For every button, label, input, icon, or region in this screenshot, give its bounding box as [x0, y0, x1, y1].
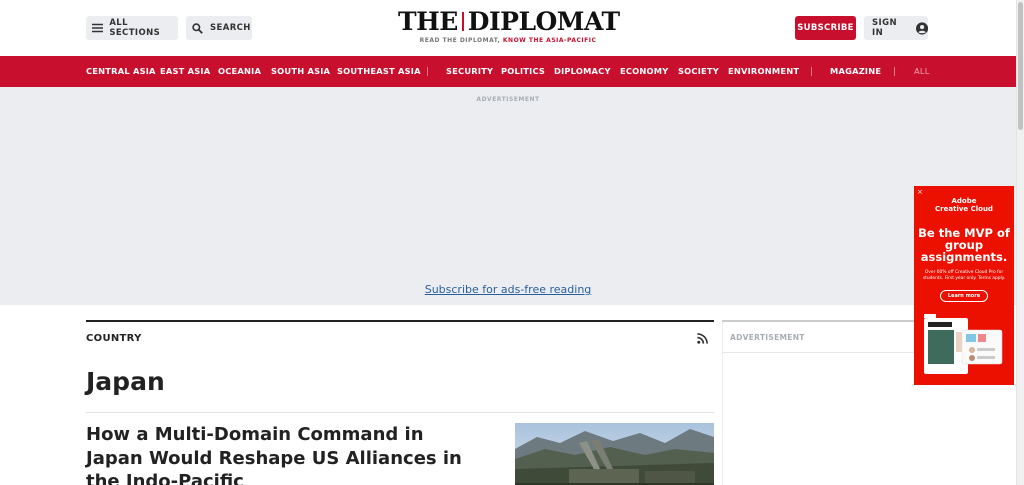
nav-south-asia[interactable]: SOUTH ASIA: [271, 56, 330, 87]
nav-diplomacy[interactable]: DIPLOMACY: [554, 56, 611, 87]
main-nav: CENTRAL ASIA EAST ASIA OCEANIA SOUTH ASI…: [0, 56, 1016, 87]
search-icon: [192, 22, 203, 34]
page-title: Japan: [86, 367, 165, 396]
sidebar-ad-label: ADVERTISEMENT: [722, 322, 922, 353]
ad-brand-line2: Creative Cloud: [935, 205, 993, 213]
search-label: SEARCH: [210, 23, 251, 33]
scrollbar-thumb[interactable]: [1018, 2, 1023, 130]
site-logo[interactable]: THE DIPLOMAT READ THE DIPLOMAT, KNOW THE …: [398, 7, 620, 45]
site-header: ALL SECTIONS SEARCH THE DIPLOMAT READ THE…: [0, 0, 1016, 56]
sign-in-label: SIGN IN: [872, 18, 897, 38]
page-scrollbar[interactable]: [1016, 0, 1024, 485]
main-content: COUNTRY Japan How a Multi-Domain Command…: [86, 320, 714, 485]
tagline-left: READ THE DIPLOMAT,: [419, 37, 501, 44]
nav-all[interactable]: ALL: [914, 56, 930, 87]
nav-environment[interactable]: ENVIRONMENT: [728, 56, 799, 87]
sidebar: ADVERTISEMENT: [722, 320, 922, 353]
nav-oceania[interactable]: OCEANIA: [218, 56, 261, 87]
ad-body: Over 60% off Creative Cloud Pro for stud…: [922, 270, 1006, 281]
logo-word-the: THE: [398, 7, 458, 36]
ad-brand: Adobe Creative Cloud: [914, 197, 1014, 213]
nav-separator: [427, 67, 428, 76]
article-item[interactable]: How a Multi-Domain Command in Japan Woul…: [86, 421, 714, 485]
subscribe-button[interactable]: SUBSCRIBE: [795, 16, 856, 40]
nav-separator: [811, 67, 812, 76]
user-icon: [915, 21, 928, 35]
section-header: COUNTRY: [86, 322, 714, 354]
nav-southeast-asia[interactable]: SOUTHEAST ASIA: [337, 56, 421, 87]
nav-economy[interactable]: ECONOMY: [620, 56, 668, 87]
ad-headline: Be the MVP of group assignments.: [918, 226, 1010, 264]
search-button[interactable]: SEARCH: [186, 16, 252, 40]
nav-security[interactable]: SECURITY: [446, 56, 493, 87]
ad-brand-line1: Adobe: [951, 197, 977, 205]
ads-free-link-text[interactable]: Subscribe for ads-free reading: [425, 283, 592, 296]
logo-divider: [461, 12, 464, 31]
section-label: COUNTRY: [86, 332, 142, 344]
nav-central-asia[interactable]: CENTRAL ASIA: [86, 56, 156, 87]
floating-ad[interactable]: × Adobe Creative Cloud Be the MVP of gro…: [914, 186, 1014, 385]
sign-in-button[interactable]: SIGN IN: [864, 16, 928, 40]
ads-free-link: Subscribe for ads-free reading: [0, 283, 1016, 296]
close-icon[interactable]: ×: [917, 188, 923, 196]
tagline-right: KNOW THE ASIA-PACIFIC: [502, 37, 597, 44]
article-title[interactable]: How a Multi-Domain Command in Japan Woul…: [86, 423, 486, 485]
divider: [86, 412, 714, 413]
ad-learn-more-button[interactable]: Learn more: [939, 290, 989, 302]
ad-label: ADVERTISEMENT: [476, 96, 540, 103]
nav-separator: [894, 67, 895, 76]
nav-east-asia[interactable]: EAST ASIA: [160, 56, 210, 87]
logo-word-diplomat: DIPLOMAT: [467, 7, 620, 36]
nav-magazine[interactable]: MAGAZINE: [830, 56, 881, 87]
rss-icon[interactable]: [697, 332, 708, 344]
all-sections-label: ALL SECTIONS: [109, 18, 161, 38]
ad-product-image: [924, 314, 1003, 374]
top-ad-banner: ADVERTISEMENT Subscribe for ads-free rea…: [0, 87, 1016, 305]
nav-society[interactable]: SOCIETY: [678, 56, 719, 87]
nav-politics[interactable]: POLITICS: [501, 56, 545, 87]
all-sections-button[interactable]: ALL SECTIONS: [86, 16, 178, 40]
menu-icon: [92, 23, 104, 33]
article-thumbnail[interactable]: [515, 423, 714, 485]
